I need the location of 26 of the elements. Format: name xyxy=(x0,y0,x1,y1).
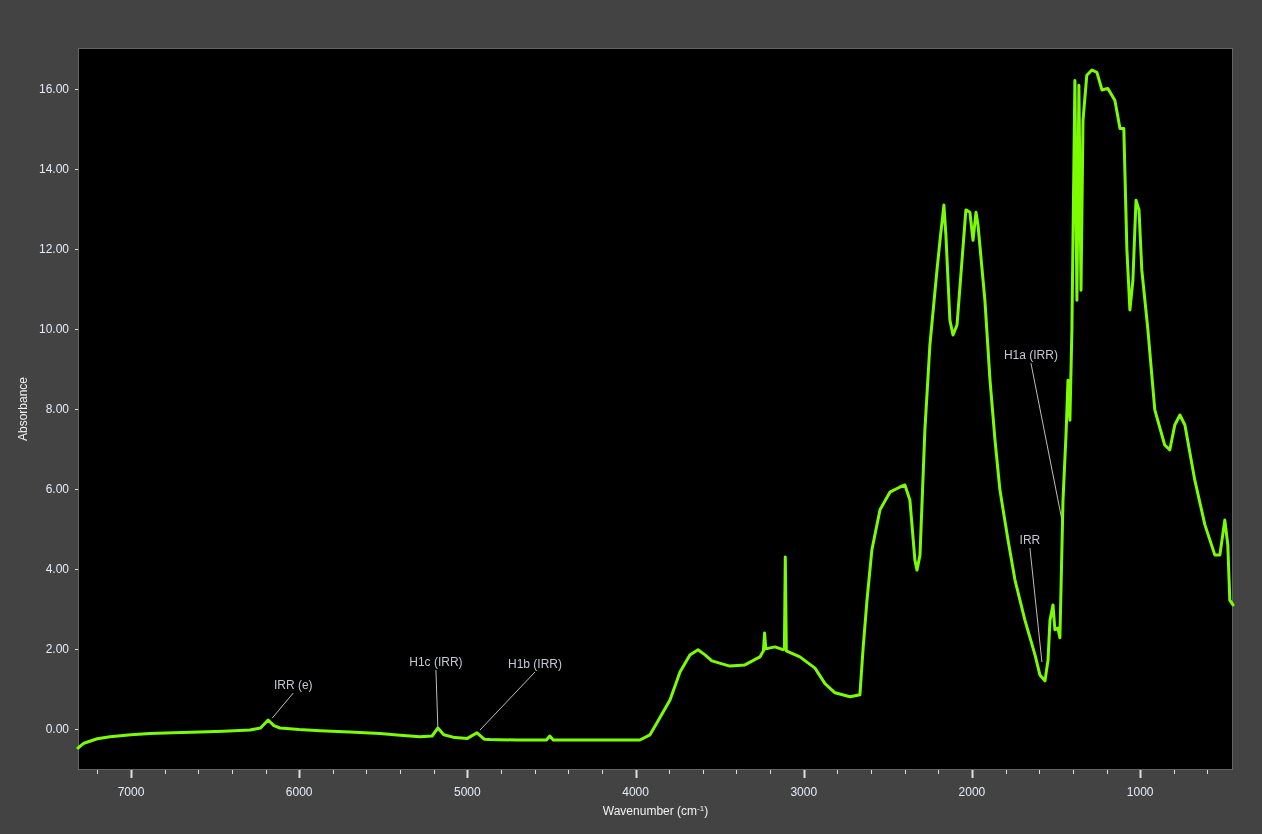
y-tick-label: 14.00 xyxy=(38,162,69,177)
peak-label: IRR (e) xyxy=(273,678,313,693)
y-tick-label: 10.00 xyxy=(38,322,69,337)
peak-label: H1c (IRR) xyxy=(409,655,463,669)
x-tick-label: 6000 xyxy=(285,785,313,798)
x-tick-label: 7000 xyxy=(117,785,145,798)
x-axis-title: Wavenumber (cm$^{-1}$) xyxy=(602,804,709,818)
y-tick-label: 0.00 xyxy=(45,721,69,736)
peak-label: H1b (IRR) xyxy=(508,657,562,671)
y-tick-label: 16.00 xyxy=(38,82,69,97)
y-tick-label: 2.00 xyxy=(45,641,69,656)
leader-line xyxy=(435,669,439,731)
x-tick-label: 4000 xyxy=(622,785,649,798)
y-axis-title: Absorbance xyxy=(16,377,30,441)
x-tick-label: 1000 xyxy=(1126,785,1154,798)
y-tick-label: 8.00 xyxy=(45,402,69,416)
x-tick-label: 2000 xyxy=(958,785,986,798)
peak-label: H1a (IRR) xyxy=(1003,348,1058,363)
y-tick-label: 12.00 xyxy=(38,242,69,257)
y-tick-label: 4.00 xyxy=(45,561,69,576)
leader-line xyxy=(479,671,536,731)
x-tick-label: 3000 xyxy=(790,785,818,798)
leader-line xyxy=(271,692,294,719)
x-tick-label: 5000 xyxy=(454,785,481,798)
peak-label: IRR xyxy=(1019,533,1041,548)
y-tick-label: 6.00 xyxy=(45,481,69,496)
